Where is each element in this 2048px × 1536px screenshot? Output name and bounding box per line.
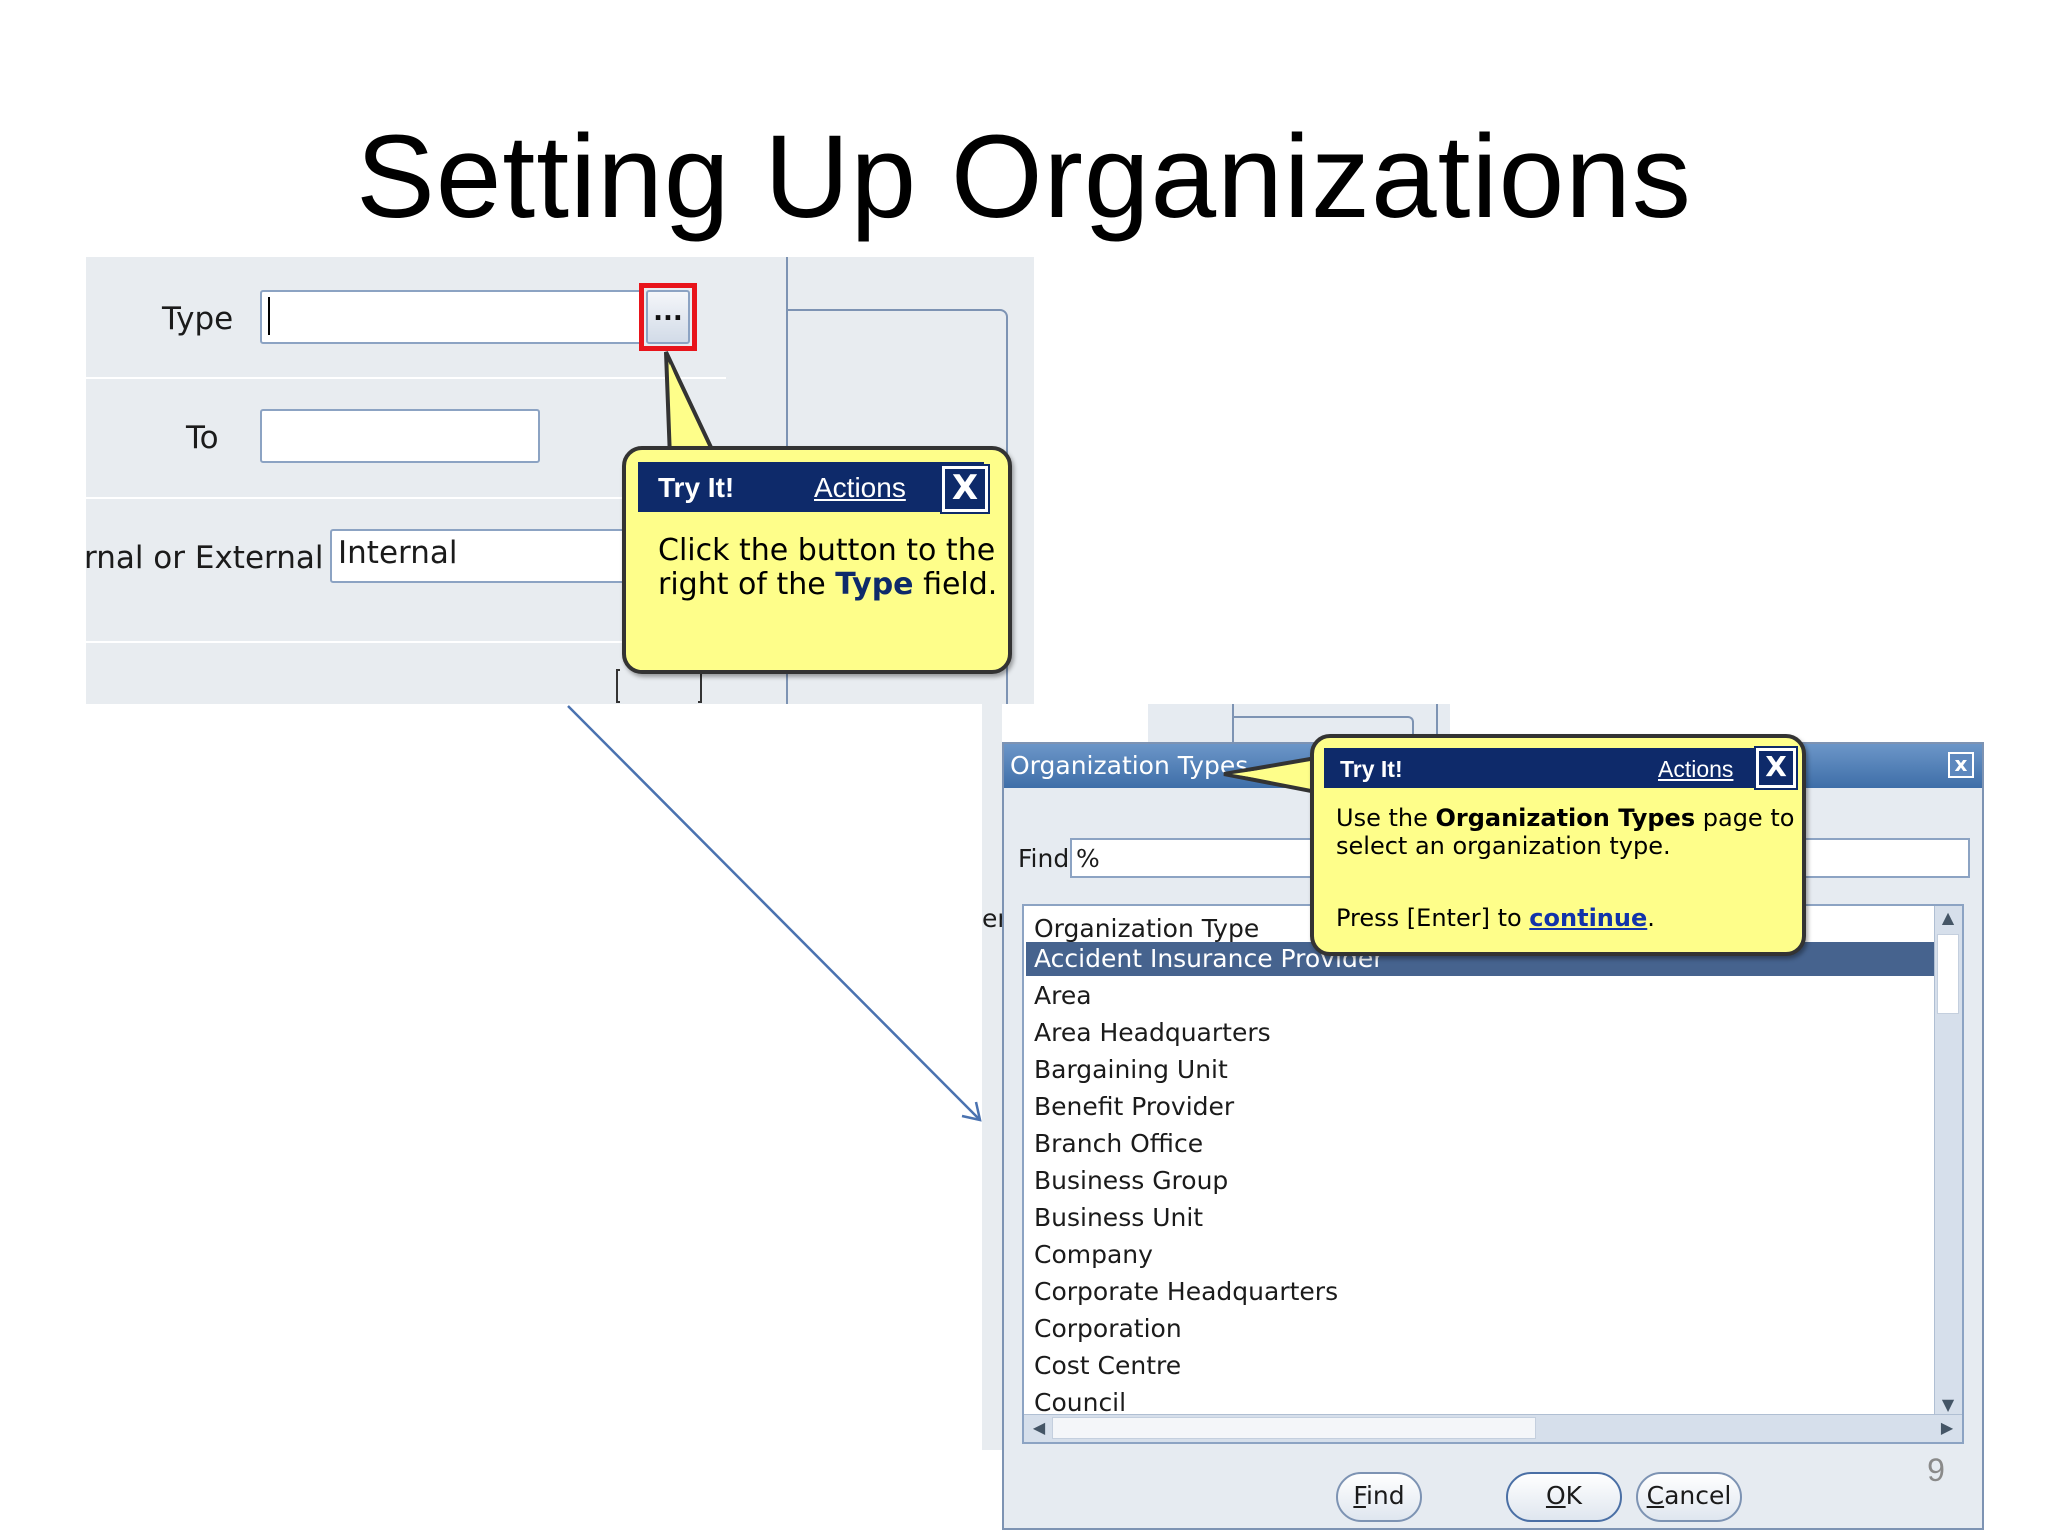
find-button[interactable]: Find [1336,1472,1422,1522]
bracket-left [616,669,620,703]
cancel-button-label: ancel [1664,1481,1732,1510]
bubble-2-instruction-post: . [1647,904,1655,932]
list-item[interactable]: Area Headquarters [1026,1016,1936,1050]
dialog-close-icon[interactable]: x [1948,752,1974,778]
bubble-2-tail [1223,755,1318,795]
dialog-left-strip: er [982,704,1008,1450]
try-it-bubble-1: Try It! Actions X Click the button to th… [622,446,1012,674]
cancel-button-accel: C [1646,1481,1665,1510]
vertical-scroll-thumb[interactable] [1937,934,1959,1014]
type-label: Type [162,301,234,337]
scroll-down-icon[interactable]: ▼ [1935,1395,1961,1414]
bubble-2-actions-link[interactable]: Actions [1658,756,1733,783]
find-button-label: ind [1365,1481,1405,1510]
bubble-2-header: Try It! Actions [1324,748,1754,788]
bubble-1-close-icon[interactable]: X [940,464,990,514]
bubble-2-title: Try It! [1340,756,1403,782]
find-label: Find [1018,844,1070,873]
list-item[interactable]: Business Group [1026,1164,1936,1198]
list-item[interactable]: Branch Office [1026,1127,1936,1161]
scroll-right-icon[interactable]: ▶ [1934,1418,1960,1437]
form-panel-edge [86,377,726,379]
vertical-scrollbar[interactable]: ▲ ▼ [1934,906,1962,1416]
bubble-2-text-pre: Use the [1336,804,1436,832]
list-item[interactable]: Area [1026,979,1936,1013]
type-input[interactable] [260,290,642,344]
bubble-2-instruction-pre: Press [Enter] to [1336,904,1530,932]
ok-button-label: K [1565,1481,1583,1510]
bubble-1-text-part2: field. [913,567,998,602]
bubble-1-title: Try It! [658,472,735,503]
internal-external-label: rnal or External [86,540,324,576]
bubble-1-text-bold: Type [835,567,914,602]
bubble-1-header: Try It! Actions [638,462,984,512]
scroll-left-icon[interactable]: ◀ [1026,1418,1052,1437]
bubble-1-actions-link[interactable]: Actions [814,472,906,504]
bubble-2-instruction: Press [Enter] to continue. [1336,904,1796,932]
list-item[interactable]: Council [1026,1386,1936,1414]
ok-button-accel: O [1545,1481,1566,1510]
cancel-button[interactable]: Cancel [1636,1472,1742,1522]
list-item[interactable]: Company [1026,1238,1936,1272]
type-lov-button[interactable]: ... [646,290,690,344]
dialog-title: Organization Types [1010,751,1249,780]
list-item[interactable]: Cost Centre [1026,1349,1936,1383]
to-input[interactable] [260,409,540,463]
bubble-2-text-bold: Organization Types [1435,804,1696,832]
page-number: 9 [1927,1452,1945,1488]
list-item[interactable]: Corporate Headquarters [1026,1275,1936,1309]
horizontal-scroll-thumb[interactable] [1052,1417,1536,1439]
scroll-up-icon[interactable]: ▲ [1935,908,1961,927]
organization-type-list[interactable]: Organization Type Accident Insurance Pro… [1022,904,1964,1444]
list-item[interactable]: Bargaining Unit [1026,1053,1936,1087]
list-item[interactable]: Business Unit [1026,1201,1936,1235]
continue-link[interactable]: continue [1529,904,1647,932]
horizontal-scrollbar[interactable]: ◀ ▶ [1024,1414,1962,1442]
internal-external-input[interactable]: Internal [330,529,660,583]
bubble-1-text: Click the button to the right of the Typ… [658,534,998,602]
list-item[interactable]: Benefit Provider [1026,1090,1936,1124]
text-caret [268,296,270,335]
ok-button[interactable]: OK [1506,1472,1622,1522]
list-column-header: Organization Type [1034,914,1260,943]
find-button-accel: F [1353,1481,1366,1510]
list-item[interactable]: Corporation [1026,1312,1936,1346]
try-it-bubble-2: Try It! Actions X Use the Organization T… [1310,734,1806,956]
bracket-right [698,669,702,703]
to-label: To [186,420,219,456]
bubble-2-close-icon[interactable]: X [1754,746,1798,790]
slide-title: Setting Up Organizations [356,111,1692,243]
bubble-2-text: Use the Organization Types page to selec… [1336,804,1796,860]
